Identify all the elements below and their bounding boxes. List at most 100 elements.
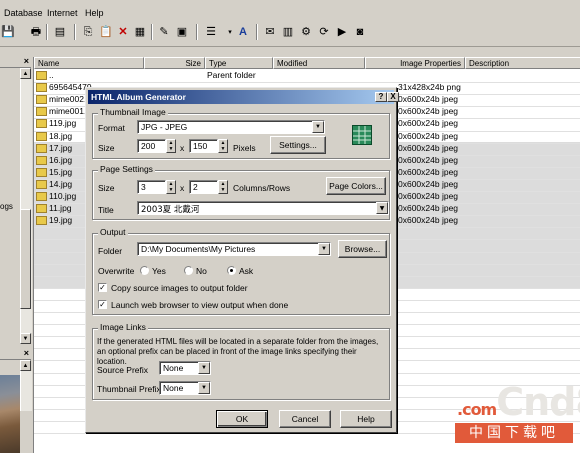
format-select[interactable]: JPG - JPEG ▼ — [137, 120, 325, 134]
cancel-button[interactable]: Cancel — [279, 410, 331, 428]
chevron-down-icon[interactable]: ▼ — [198, 382, 210, 394]
menu-internet[interactable]: Internet — [47, 8, 78, 18]
image-file-icon — [36, 192, 47, 201]
copy-icon[interactable]: ⎘ — [80, 24, 96, 40]
email-icon[interactable]: ✉ — [262, 24, 278, 40]
thumb-height-input[interactable]: 150 — [189, 139, 218, 153]
rows-input[interactable]: 2 — [189, 180, 218, 194]
radio-ask-label[interactable]: Ask — [239, 266, 253, 276]
col-description[interactable]: Description — [465, 57, 580, 69]
scroll-up-button[interactable]: ▲ — [20, 360, 31, 371]
col-size[interactable]: Size — [144, 57, 205, 69]
print-icon[interactable]: 🖶 — [28, 24, 44, 40]
ok-button[interactable]: OK — [216, 410, 268, 428]
radio-yes[interactable] — [140, 266, 149, 275]
launch-browser-label[interactable]: Launch web browser to view output when d… — [111, 300, 288, 310]
format-label: Format — [98, 123, 125, 133]
title-value: 2003夏 北戴河 — [141, 205, 200, 215]
camera-icon[interactable]: ◙ — [352, 24, 368, 40]
file-properties: 0x600x24b jpeg — [398, 203, 459, 214]
image-file-icon — [36, 216, 47, 226]
image-file-icon — [36, 155, 47, 165]
help-button[interactable]: Help — [340, 410, 392, 428]
scrollbar[interactable] — [20, 371, 32, 411]
radio-ask[interactable] — [227, 266, 236, 275]
settings-button[interactable]: Settings... — [270, 136, 326, 154]
folder-select[interactable]: D:\My Documents\My Pictures ▼ — [137, 242, 331, 256]
image-file-icon — [36, 167, 47, 177]
folder-up-icon — [36, 71, 47, 80]
slideshow-icon[interactable]: ▶ — [334, 24, 350, 40]
image-file-icon — [36, 107, 47, 117]
chevron-down-icon[interactable]: ▼ — [312, 121, 324, 133]
col-image-properties[interactable]: Image Properties — [365, 57, 465, 69]
copy-images-checkbox[interactable]: ✓ — [98, 283, 107, 292]
columns-spinner[interactable]: ▲ ▼ — [166, 180, 176, 194]
properties-icon[interactable]: ▦ — [132, 24, 148, 40]
thumbnail-prefix-label: Thumbnail Prefix — [97, 384, 161, 394]
spreadsheet-icon — [352, 125, 372, 145]
file-type: Parent folder — [207, 70, 256, 80]
col-name[interactable]: Name — [34, 57, 144, 69]
file-name: 16.jpg — [49, 154, 73, 165]
html-icon[interactable]: ▥ — [280, 24, 296, 40]
launch-browser-checkbox[interactable]: ✓ — [98, 300, 107, 309]
radio-yes-label[interactable]: Yes — [152, 266, 166, 276]
menu-database[interactable]: Database — [4, 8, 43, 18]
image-file-icon — [36, 131, 47, 141]
paste-icon[interactable]: 📋 — [98, 24, 114, 40]
file-name: 17.jpg — [49, 142, 73, 153]
thumb-width-input[interactable]: 200 — [137, 139, 166, 153]
chevron-down-icon[interactable]: ▼ — [318, 243, 330, 255]
source-prefix-value: None — [163, 363, 184, 373]
convert-icon[interactable]: ⚙ — [298, 24, 314, 40]
thumb-width-spinner[interactable]: ▲ ▼ — [166, 139, 176, 153]
watermark-brand: .comCnd8 — [457, 380, 580, 424]
file-properties: 0x600x24b jpeg — [398, 142, 459, 153]
file-name: 15.jpg — [49, 166, 73, 177]
tag-icon[interactable]: ✎ — [156, 24, 172, 40]
pixels-label: Pixels — [233, 143, 256, 153]
browse-button[interactable]: Browse... — [338, 240, 387, 258]
file-name: 19.jpg — [49, 215, 73, 226]
col-modified[interactable]: Modified — [273, 57, 365, 69]
delete-icon[interactable]: ✕ — [115, 24, 131, 40]
menu-help[interactable]: Help — [85, 8, 104, 18]
filmstrip-icon[interactable]: ☰ — [203, 24, 219, 40]
chevron-down-icon[interactable]: ▼ — [198, 362, 210, 374]
radio-no[interactable] — [184, 266, 193, 275]
scroll-down-button[interactable]: ▼ — [20, 333, 31, 344]
columns-input[interactable]: 3 — [137, 180, 166, 194]
rotate-icon[interactable]: ⟳ — [316, 24, 332, 40]
acdsee-icon[interactable]: A — [235, 24, 251, 40]
thumbnail-prefix-select[interactable]: None ▼ — [159, 381, 211, 395]
scroll-thumb[interactable] — [20, 209, 31, 309]
disk-icon[interactable]: 💾 — [0, 24, 16, 40]
title-select[interactable]: 2003夏 北戴河 ▼ — [137, 201, 389, 215]
file-name: .. — [49, 70, 54, 80]
file-name: 11.jpg — [49, 203, 72, 214]
copy-images-label[interactable]: Copy source images to output folder — [111, 283, 248, 293]
folder-pane: × ▲ ogs ▼ × ▲ — [0, 56, 32, 453]
rows-spinner[interactable]: ▲ ▼ — [218, 180, 228, 194]
list-item[interactable]: .. Parent folder — [34, 70, 580, 82]
view-icon[interactable]: ▤ — [52, 24, 68, 40]
file-properties: 0x600x24b jpeg — [398, 106, 459, 117]
scroll-up-button[interactable]: ▲ — [20, 68, 31, 79]
help-question-button[interactable]: ? — [375, 92, 387, 102]
dialog-titlebar[interactable]: HTML Album Generator ? X — [88, 90, 399, 104]
chevron-down-icon[interactable]: ▼ — [376, 202, 388, 214]
col-type[interactable]: Type — [205, 57, 273, 69]
times-label: x — [180, 183, 185, 193]
close-icon[interactable]: × — [24, 56, 29, 66]
page-colors-button[interactable]: Page Colors... — [326, 177, 386, 195]
thumb-size-label: Size — [98, 143, 115, 153]
thumb-height-spinner[interactable]: ▲ ▼ — [218, 139, 228, 153]
radio-no-label[interactable]: No — [196, 266, 207, 276]
close-icon[interactable]: × — [24, 348, 29, 358]
album-icon[interactable]: ▣ — [174, 24, 190, 40]
close-button[interactable]: X — [387, 92, 399, 102]
file-name: 110.jpg — [49, 191, 77, 201]
file-properties: 0x600x24b jpeg — [398, 118, 459, 129]
source-prefix-select[interactable]: None ▼ — [159, 361, 211, 375]
